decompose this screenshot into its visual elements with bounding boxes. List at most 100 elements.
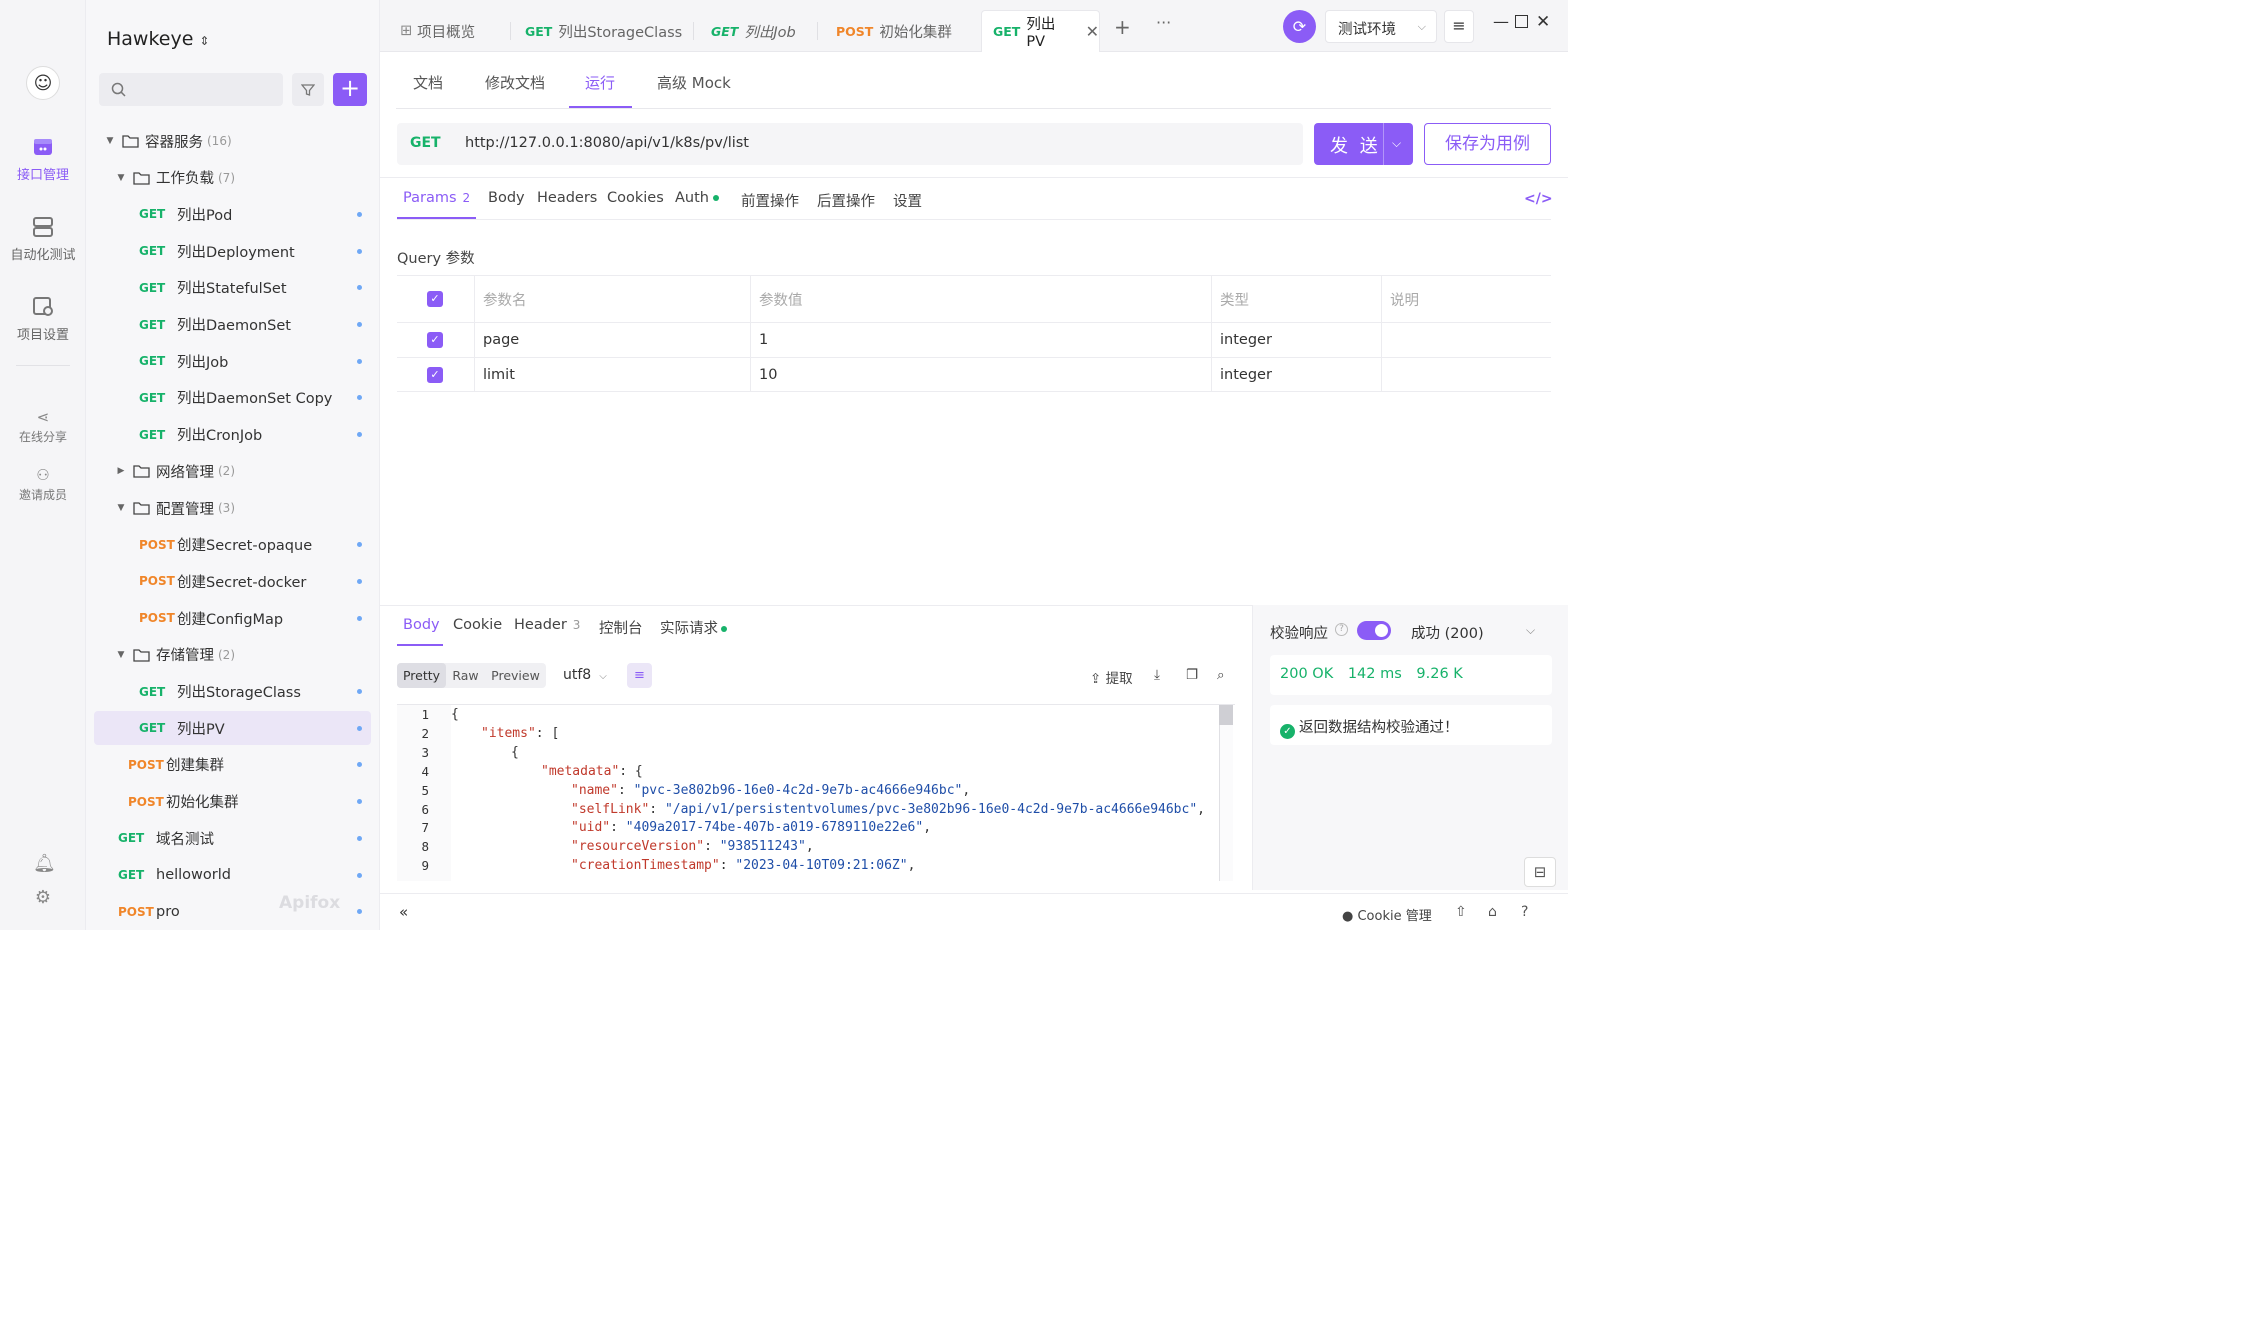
tree-api-item[interactable]: GET helloworld [94, 858, 371, 892]
scrollbar-thumb[interactable] [1219, 705, 1233, 725]
chevron-down-icon[interactable]: ⌵ [1392, 136, 1401, 151]
tree-api-item[interactable]: GET 列出DaemonSet [94, 308, 371, 342]
caret-right-icon[interactable]: ▶ [115, 466, 127, 476]
tree-folder[interactable]: ▼ 配置管理 (3) [94, 491, 371, 525]
menu-hamburger-icon[interactable]: ≡ [1444, 10, 1474, 43]
collapse-sidebar-icon[interactable]: « [399, 903, 408, 921]
tab-doc[interactable]: 文档 [413, 72, 443, 93]
project-switcher[interactable]: Hawkeye ⇕ [107, 28, 209, 50]
validation-status-select[interactable]: 成功 (200) [1411, 622, 1484, 643]
tab-advanced-mock[interactable]: 高级 Mock [657, 72, 731, 93]
tree-api-item[interactable]: POST 创建Secret-docker [94, 564, 371, 598]
online-share-button[interactable]: ⋖ 在线分享 [0, 408, 86, 445]
tab-auth[interactable]: Auth [675, 190, 719, 206]
tab-settings[interactable]: 设置 [893, 190, 922, 211]
tab-init-cluster[interactable]: POST 初始化集群 [816, 10, 952, 52]
window-minimize-icon[interactable]: — [1493, 12, 1509, 31]
tab-response-cookie[interactable]: Cookie [453, 617, 502, 633]
layout-toggle-icon[interactable]: ⊟ [1524, 857, 1556, 887]
param-type-select[interactable]: integer [1211, 358, 1381, 391]
rail-item-automation-test[interactable]: 自动化测试 [0, 216, 86, 263]
help-icon[interactable]: ? [1335, 623, 1348, 636]
tab-pre-operations[interactable]: 前置操作 [741, 190, 799, 211]
window-maximize-icon[interactable] [1515, 15, 1528, 28]
close-icon[interactable]: ✕ [1086, 22, 1099, 41]
tree-api-item[interactable]: GET 列出Pod [94, 197, 371, 231]
tab-console[interactable]: 控制台 [599, 617, 643, 638]
tree-api-item[interactable]: GET 列出Job [94, 344, 371, 378]
tree-api-item[interactable]: POST 初始化集群 [94, 785, 371, 819]
tab-response-header[interactable]: Header 3 [514, 617, 580, 633]
tree-api-item[interactable]: GET 列出CronJob [94, 418, 371, 452]
param-type-select[interactable]: integer [1211, 323, 1381, 357]
copy-icon[interactable]: ❐ [1186, 667, 1198, 683]
tab-params[interactable]: Params 2 [403, 190, 470, 206]
tab-edit-doc[interactable]: 修改文档 [485, 72, 545, 93]
notification-bell-icon[interactable]: 🔔︎ [33, 853, 56, 874]
tree-search-input[interactable] [99, 73, 283, 106]
response-json-viewer[interactable]: 123456789 {"items": [{"metadata": {"name… [397, 704, 1235, 881]
param-name-input[interactable]: limit [474, 358, 750, 391]
environment-select[interactable]: 测试环境 ⌵ [1325, 10, 1437, 43]
rail-item-api-management[interactable]: 接口管理 [0, 136, 86, 183]
param-value-input[interactable]: 10 [750, 358, 1211, 391]
tree-folder[interactable]: ▼ 工作负载 (7) [94, 161, 371, 195]
row-checkbox[interactable]: ✓ [427, 367, 443, 383]
select-all-checkbox[interactable]: ✓ [427, 291, 443, 307]
tree-api-item[interactable]: POST 创建ConfigMap [94, 601, 371, 635]
param-desc-input[interactable] [1381, 323, 1551, 357]
encoding-select[interactable]: utf8 ⌵ [563, 667, 607, 683]
add-api-button[interactable]: + [333, 73, 367, 106]
shirt-icon[interactable]: ⌂ [1488, 904, 1497, 920]
caret-down-icon[interactable]: ▼ [115, 503, 127, 513]
save-as-case-button[interactable]: 保存为用例 [1424, 123, 1551, 165]
tree-api-item[interactable]: GET 域名测试 [94, 821, 371, 855]
filter-button[interactable] [292, 73, 324, 106]
code-icon[interactable]: </> [1524, 191, 1553, 207]
tree-folder[interactable]: ▼ 存储管理 (2) [94, 638, 371, 672]
env-sync-icon[interactable]: ⟳ [1283, 10, 1316, 43]
format-preview[interactable]: Preview [485, 663, 546, 688]
tab-post-operations[interactable]: 后置操作 [817, 190, 875, 211]
tab-response-body[interactable]: Body [403, 617, 440, 633]
editor-scrollbar[interactable] [1219, 705, 1233, 881]
row-checkbox[interactable]: ✓ [427, 332, 443, 348]
tab-list-storageclass[interactable]: GET 列出StorageClass [505, 10, 682, 52]
tab-list-job[interactable]: GET 列出Job [691, 10, 796, 52]
help-icon[interactable]: ? [1521, 904, 1528, 920]
tab-actual-request[interactable]: 实际请求 [660, 617, 727, 638]
caret-down-icon[interactable]: ▼ [104, 136, 116, 146]
wrap-lines-icon[interactable]: ≡ [627, 663, 652, 688]
rail-item-project-settings[interactable]: 项目设置 [0, 296, 86, 343]
upload-icon[interactable]: ⇧ [1455, 904, 1467, 920]
cookie-manager-button[interactable]: ● Cookie 管理 [1342, 905, 1432, 924]
tab-body[interactable]: Body [488, 190, 525, 206]
param-name-input[interactable]: page [474, 323, 750, 357]
tree-api-item[interactable]: GET 列出StatefulSet [94, 271, 371, 305]
http-method-select[interactable]: GET [410, 135, 441, 151]
request-url-bar[interactable]: GET http://127.0.0.1:8080/api/v1/k8s/pv/… [397, 123, 1303, 165]
tree-folder[interactable]: ▼ 容器服务 (16) [94, 124, 371, 158]
user-avatar[interactable]: ☺ [26, 66, 60, 100]
tree-api-item[interactable]: GET 列出StorageClass [94, 675, 371, 709]
send-button[interactable]: 发 送 ⌵ [1314, 123, 1413, 165]
tree-api-item[interactable]: GET 列出Deployment [94, 234, 371, 268]
tab-headers[interactable]: Headers [537, 190, 597, 206]
tree-api-item[interactable]: POST 创建集群 [94, 748, 371, 782]
more-tabs-icon[interactable]: ··· [1156, 13, 1171, 32]
tree-api-item[interactable]: GET 列出DaemonSet Copy [94, 381, 371, 415]
window-close-icon[interactable]: ✕ [1536, 12, 1550, 32]
download-icon[interactable]: ⤓ [1154, 667, 1160, 683]
tree-folder[interactable]: ▶ 网络管理 (2) [94, 454, 371, 488]
tab-run[interactable]: 运行 [585, 72, 615, 93]
caret-down-icon[interactable]: ▼ [115, 173, 127, 183]
param-desc-input[interactable] [1381, 358, 1551, 391]
chevron-down-icon[interactable]: ⌵ [1526, 623, 1535, 638]
tab-cookies[interactable]: Cookies [607, 190, 664, 206]
extract-button[interactable]: ⇪ 提取 [1090, 667, 1133, 687]
format-pretty[interactable]: Pretty [397, 663, 446, 688]
tree-api-item[interactable]: GET 列出PV [94, 711, 371, 746]
validate-response-toggle[interactable] [1357, 621, 1391, 640]
invite-member-button[interactable]: ⚇ 邀请成员 [0, 466, 86, 503]
param-value-input[interactable]: 1 [750, 323, 1211, 357]
